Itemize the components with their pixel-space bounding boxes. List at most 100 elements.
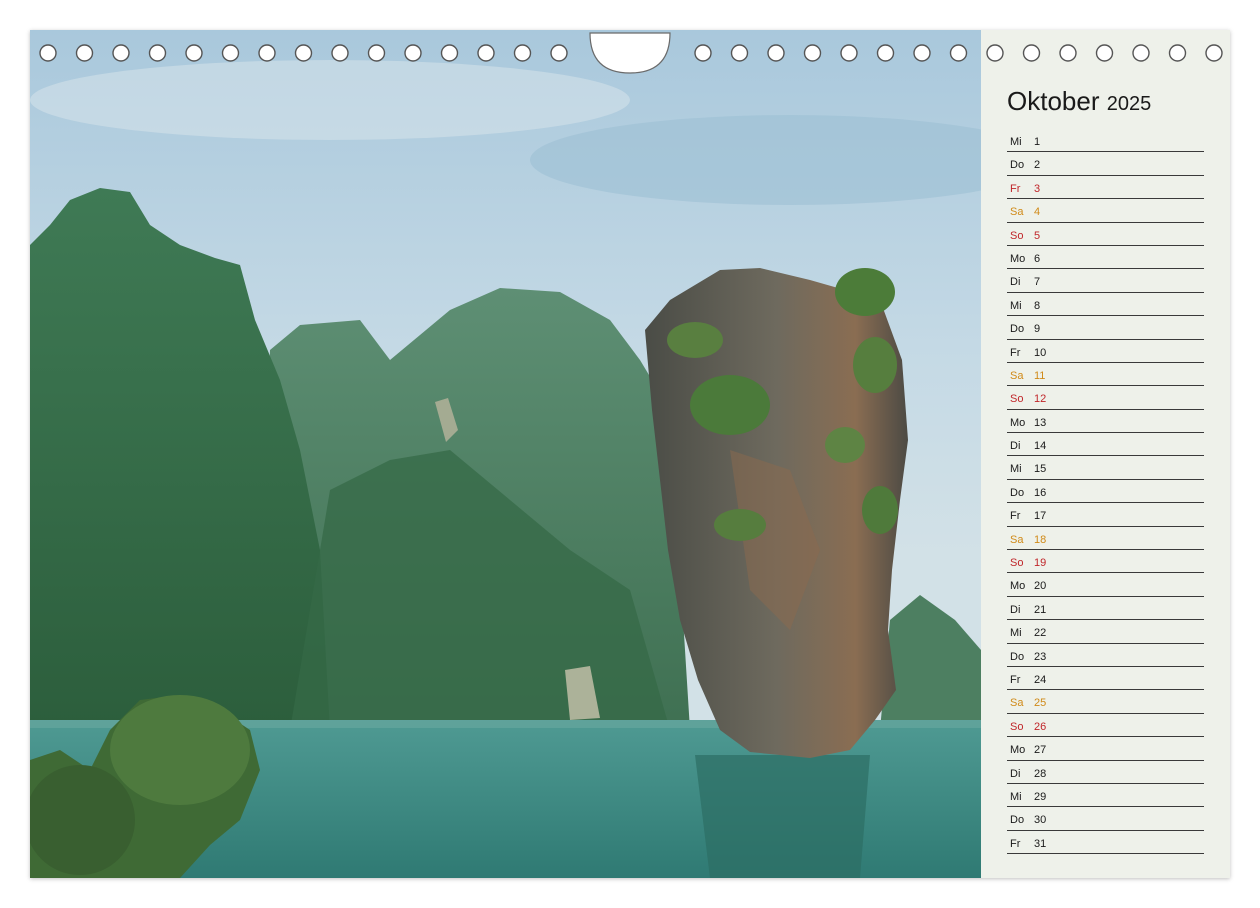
day-row: Fr 24 [1007,667,1204,691]
weekday-label: So [1010,557,1024,570]
weekday-label: Sa [1010,697,1024,710]
day-number: 22 [1034,627,1047,640]
day-row: Mi 15 [1007,456,1204,480]
weekday-label: Do [1010,650,1025,663]
day-number: 16 [1034,486,1047,499]
day-number: 15 [1034,463,1047,476]
day-number: 7 [1034,276,1041,289]
weekday-label: Di [1010,767,1021,780]
day-number: 11 [1034,369,1046,382]
weekday-label: Di [1010,440,1021,453]
day-row: Do 2 [1007,152,1204,176]
weekday-label: Mo [1010,416,1026,429]
weekday-label: Mi [1010,790,1022,803]
day-row: Sa 25 [1007,690,1204,714]
day-number: 29 [1034,790,1047,803]
day-number: 6 [1034,252,1041,265]
weekday-label: Di [1010,276,1021,289]
weekday-label: Fr [1010,182,1021,195]
day-row: So 26 [1007,714,1204,738]
landscape-photo [30,30,981,878]
day-row: So 12 [1007,386,1204,410]
day-number: 1 [1034,136,1041,148]
day-number: 27 [1034,744,1047,757]
day-row: Di 14 [1007,433,1204,457]
day-row: Fr 17 [1007,503,1204,527]
day-row: Mo 20 [1007,573,1204,597]
day-number: 20 [1034,580,1047,593]
day-row: Do 16 [1007,480,1204,504]
day-number: 19 [1034,557,1047,570]
day-number: 8 [1034,299,1041,312]
day-row: Mi 29 [1007,784,1204,808]
day-row: Do 30 [1007,807,1204,831]
day-row: Do 9 [1007,316,1204,340]
day-number: 30 [1034,814,1047,827]
day-number: 14 [1034,440,1047,453]
date-sidebar: Oktober 2025 Mi 1 Do 2 Fr 3 Sa 4 So 5 Mo 6 Di 7 Mi 8 Do 9… [981,30,1230,878]
month-name: Oktober [1007,86,1100,116]
day-number: 4 [1034,206,1041,219]
day-row: Mi 8 [1007,293,1204,317]
day-number: 3 [1034,182,1041,195]
day-row: Fr 3 [1007,176,1204,200]
day-row: Fr 31 [1007,831,1204,855]
day-list: Mi 1 Do 2 Fr 3 Sa 4 So 5 Mo 6 Di 7 Mi 8 Do 9 Fr 10 Sa 11 So 12 M… [1007,129,1204,855]
day-row: Di 28 [1007,761,1204,784]
weekday-label: Do [1010,159,1025,172]
weekday-label: Mi [1010,299,1022,312]
day-number: 18 [1034,533,1047,546]
day-number: 5 [1034,229,1041,242]
weekday-label: Sa [1010,369,1024,382]
weekday-label: Mo [1010,744,1026,757]
day-row: Mi 1 [1007,129,1204,153]
day-number: 17 [1034,510,1047,523]
weekday-label: Mi [1010,136,1022,148]
day-row: Mi 22 [1007,620,1204,644]
year: 2025 [1106,93,1152,115]
day-row: Sa 11 [1007,363,1204,387]
day-number: 31 [1034,837,1047,850]
day-row: Di 7 [1007,269,1204,293]
weekday-label: Sa [1010,533,1024,546]
weekday-label: Do [1010,323,1025,336]
day-row: Di 21 [1007,597,1204,621]
day-number: 26 [1034,720,1047,733]
day-row: Sa 18 [1007,527,1204,551]
day-row: Fr 10 [1007,340,1204,363]
weekday-label: Fr [1010,346,1021,359]
day-row: Mo 13 [1007,410,1204,434]
weekday-label: So [1010,229,1024,242]
weekday-label: Mo [1010,252,1026,265]
day-number: 9 [1034,323,1041,336]
weekday-label: So [1010,393,1024,406]
day-row: Sa 4 [1007,199,1204,223]
month-title: Oktober 2025 [1007,86,1151,117]
weekday-label: So [1010,720,1024,733]
weekday-label: Mi [1010,463,1022,476]
day-number: 13 [1034,416,1047,429]
day-row: Mo 27 [1007,737,1204,761]
day-row: So 5 [1007,223,1204,246]
weekday-label: Fr [1010,837,1021,850]
day-row: Do 23 [1007,644,1204,667]
day-number: 28 [1034,767,1047,780]
day-number: 12 [1034,393,1047,406]
weekday-label: Sa [1010,206,1024,219]
day-number: 2 [1034,159,1041,172]
weekday-label: Di [1010,603,1021,616]
day-row: So 19 [1007,550,1204,574]
weekday-label: Fr [1010,510,1021,523]
calendar-page: Oktober 2025 Mi 1 Do 2 Fr 3 Sa 4 So 5 Mo 6 Di 7 Mi 8 Do 9… [30,30,1230,878]
weekday-label: Mo [1010,580,1026,593]
day-row: Mo 6 [1007,246,1204,270]
day-number: 10 [1034,346,1047,359]
day-number: 21 [1034,603,1047,616]
day-number: 23 [1034,650,1047,663]
weekday-label: Fr [1010,673,1021,686]
day-number: 25 [1034,697,1047,710]
day-number: 24 [1034,673,1047,686]
weekday-label: Do [1010,814,1025,827]
weekday-label: Do [1010,486,1025,499]
weekday-label: Mi [1010,627,1022,640]
